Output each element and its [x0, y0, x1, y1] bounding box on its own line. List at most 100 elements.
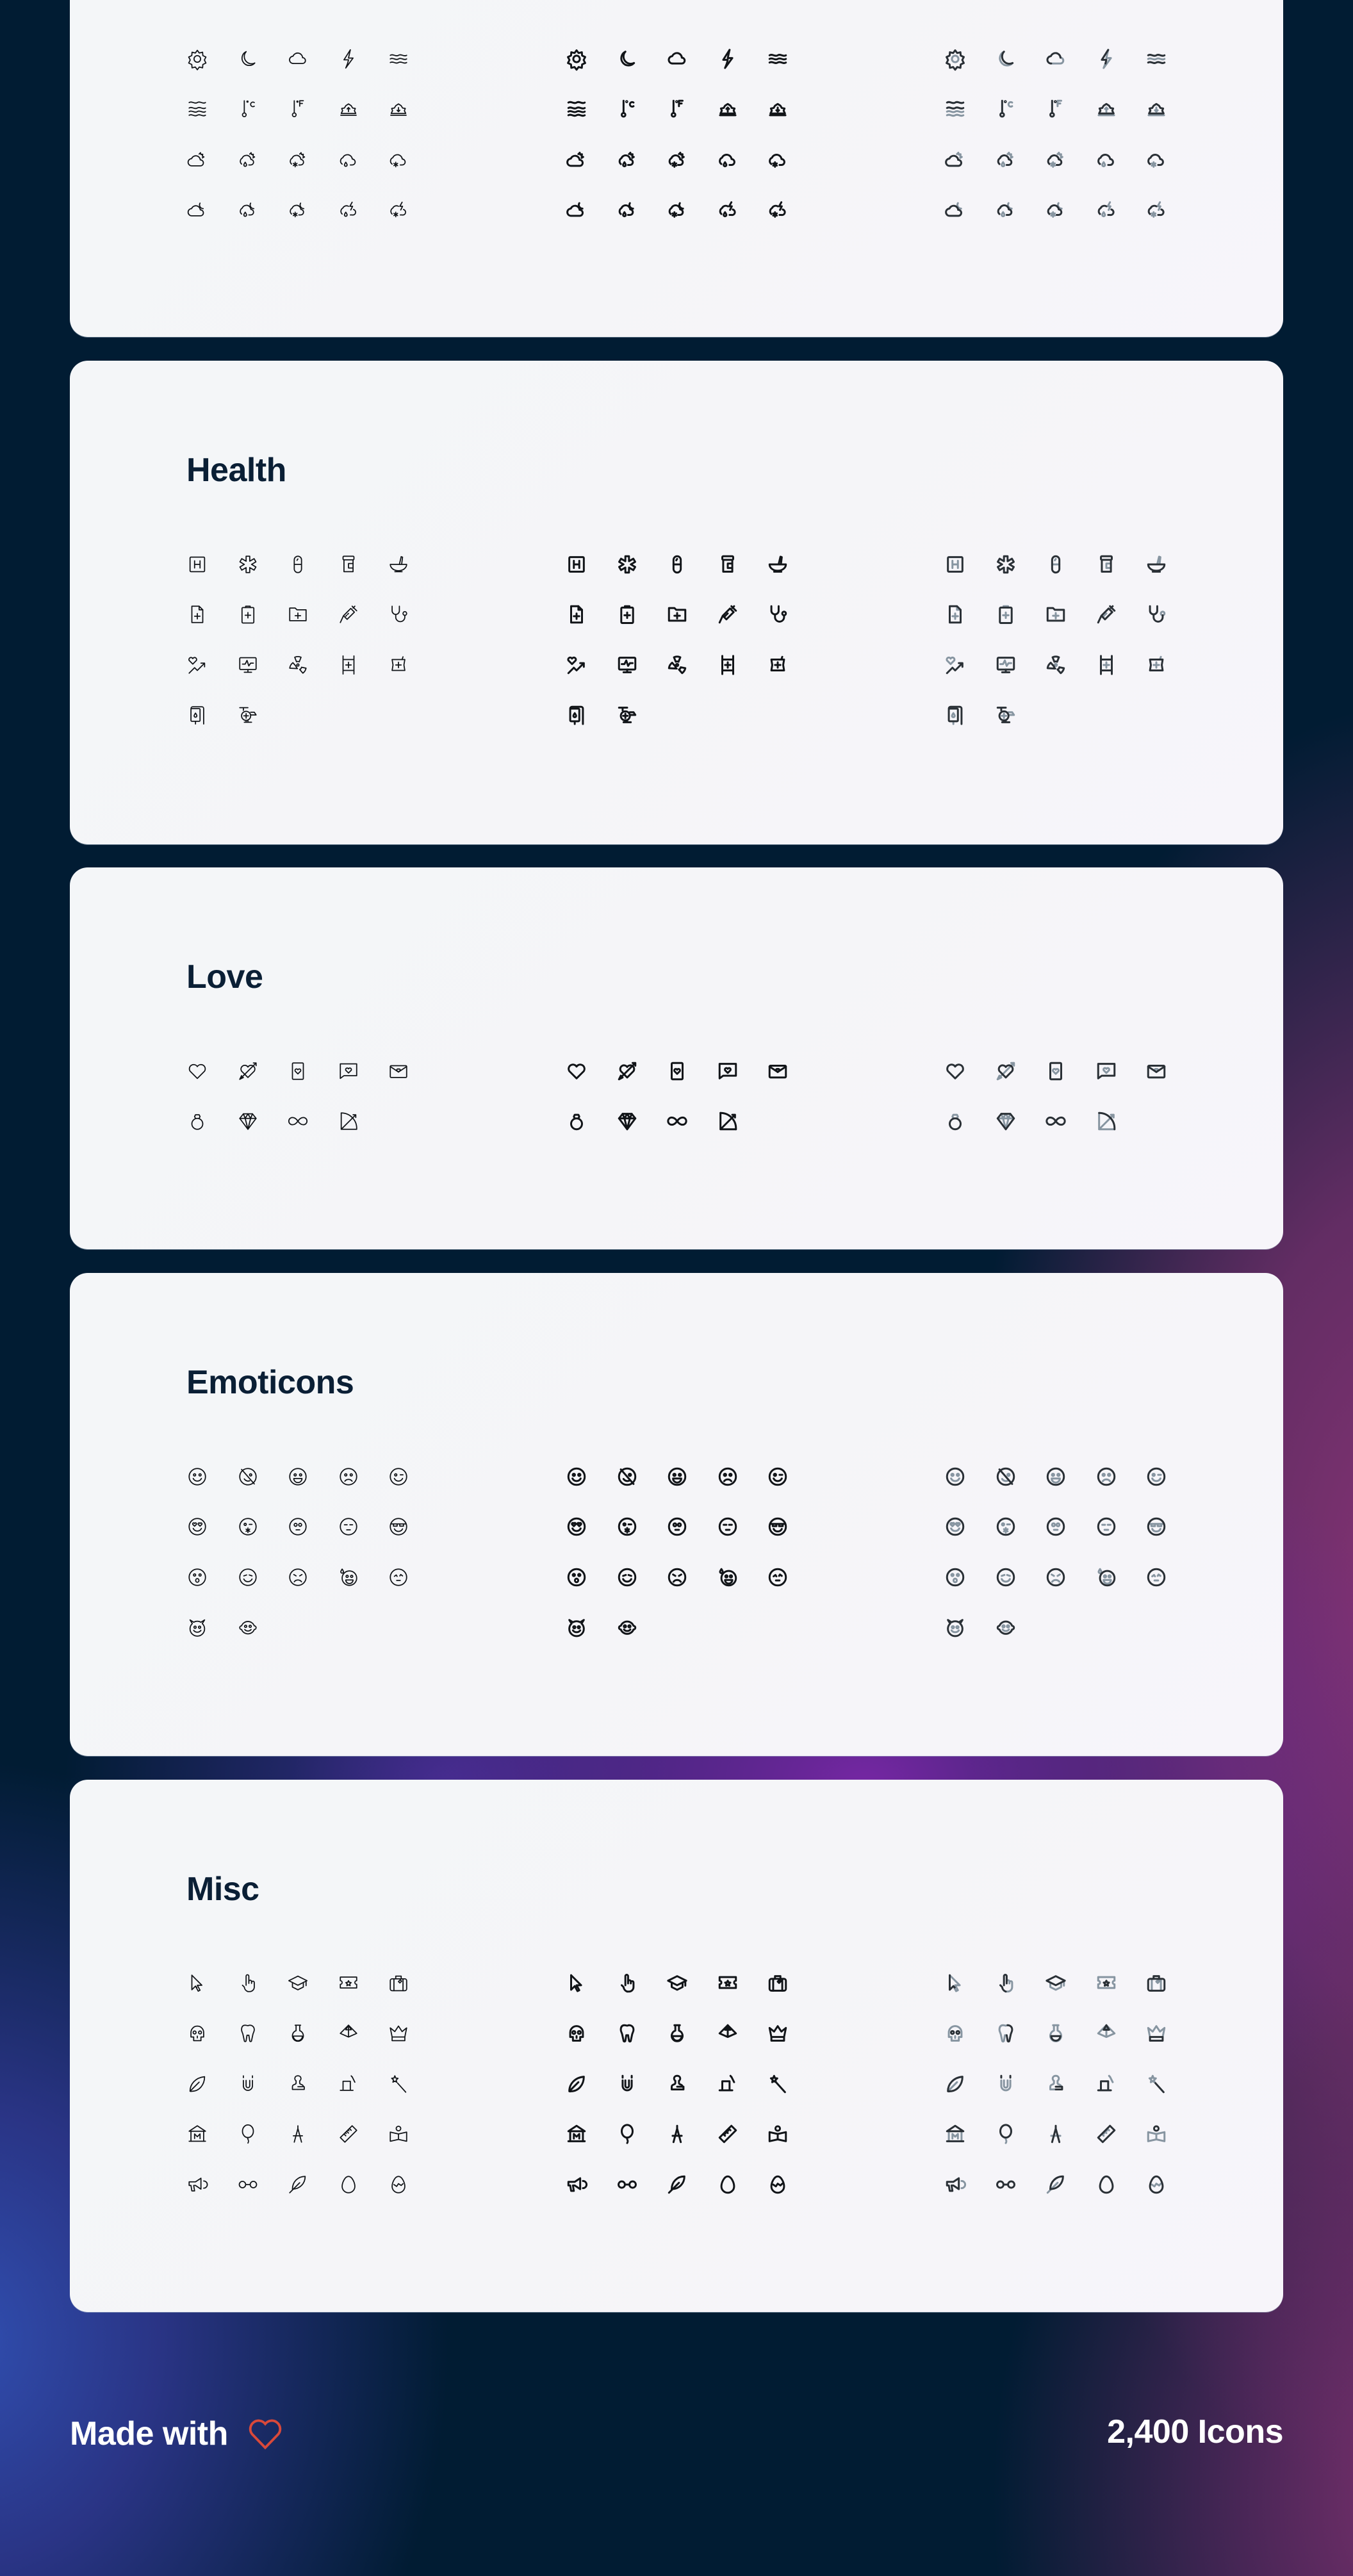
thermometer-fahrenheit-icon[interactable] [666, 98, 688, 120]
pyramid-icon[interactable] [717, 2022, 739, 2044]
cloud-lightning-rain-icon[interactable] [717, 199, 739, 220]
cloud-moon-icon[interactable] [944, 199, 966, 220]
shocked-blank-icon[interactable] [287, 1516, 309, 1538]
blood-bag-icon[interactable] [566, 704, 587, 726]
cloud-lightning-rain-icon[interactable] [338, 199, 359, 220]
magnet-icon[interactable] [995, 2073, 1017, 2095]
wind-icon[interactable] [388, 48, 409, 70]
stretcher-icon[interactable] [717, 654, 739, 676]
waves-icon[interactable] [944, 98, 966, 120]
syringe-icon[interactable] [1095, 603, 1117, 625]
feather-icon[interactable] [287, 2174, 309, 2195]
wind-icon[interactable] [1145, 48, 1167, 70]
cursor-arrow-icon[interactable] [566, 1973, 587, 1994]
megaphone-icon[interactable] [566, 2174, 587, 2195]
medical-file-icon[interactable] [186, 603, 208, 625]
cloud-moon-icon[interactable] [566, 199, 587, 220]
moon-icon[interactable] [616, 48, 638, 70]
infinity-icon[interactable] [287, 1110, 309, 1132]
angry-icon[interactable] [1045, 1566, 1067, 1588]
infinity-icon[interactable] [666, 1110, 688, 1132]
pill-capsule-icon[interactable] [666, 554, 688, 575]
feather-icon[interactable] [666, 2174, 688, 2195]
museum-icon[interactable] [186, 2123, 208, 2145]
diamond-icon[interactable] [616, 1110, 638, 1132]
sad-icon[interactable] [338, 1466, 359, 1488]
love-message-icon[interactable] [717, 1060, 739, 1082]
smile-off-icon[interactable] [995, 1466, 1017, 1488]
kiss-icon[interactable] [237, 1516, 259, 1538]
cloud-sun-snow-icon[interactable] [666, 149, 688, 170]
medicine-pouch-icon[interactable] [767, 654, 789, 676]
heart-monitor-icon[interactable] [616, 654, 638, 676]
magic-hat-icon[interactable] [338, 2073, 359, 2095]
surprised-icon[interactable] [186, 1566, 208, 1588]
cloud-snow-icon[interactable] [388, 149, 409, 170]
stretcher-icon[interactable] [338, 654, 359, 676]
heart-icon[interactable] [186, 1060, 208, 1082]
sun-icon[interactable] [186, 48, 208, 70]
cloud-icon[interactable] [287, 48, 309, 70]
magic-hat-icon[interactable] [1095, 2073, 1117, 2095]
angry-icon[interactable] [666, 1566, 688, 1588]
content-icon[interactable] [237, 1566, 259, 1588]
sunrise-icon[interactable] [1095, 98, 1117, 120]
pyramid-icon[interactable] [338, 2022, 359, 2044]
stretcher-icon[interactable] [1095, 654, 1117, 676]
grin-icon[interactable] [1045, 1466, 1067, 1488]
smile-icon[interactable] [944, 1466, 966, 1488]
devil-icon[interactable] [566, 1616, 587, 1638]
flask-icon[interactable] [287, 2022, 309, 2044]
compass-drawing-icon[interactable] [1045, 2123, 1067, 2145]
sunrise-icon[interactable] [717, 98, 739, 120]
sunset-icon[interactable] [388, 98, 409, 120]
cloud-sun-rain-icon[interactable] [616, 149, 638, 170]
expressionless-icon[interactable] [717, 1516, 739, 1538]
egg-icon[interactable] [338, 2174, 359, 2195]
heart-arrow-icon[interactable] [237, 1060, 259, 1082]
mortar-pestle-icon[interactable] [388, 554, 409, 575]
pill-capsule-icon[interactable] [287, 554, 309, 575]
museum-icon[interactable] [944, 2123, 966, 2145]
thermometer-celsius-icon[interactable] [995, 98, 1017, 120]
ring-icon[interactable] [944, 1110, 966, 1132]
sad-icon[interactable] [1095, 1466, 1117, 1488]
wind-icon[interactable] [767, 48, 789, 70]
tooth-icon[interactable] [237, 2022, 259, 2044]
heart-monitor-icon[interactable] [237, 654, 259, 676]
medical-star-icon[interactable] [616, 554, 638, 575]
medical-star-icon[interactable] [995, 554, 1017, 575]
cloud-moon-snow-icon[interactable] [1045, 199, 1067, 220]
stethoscope-icon[interactable] [767, 603, 789, 625]
heart-arrow-icon[interactable] [616, 1060, 638, 1082]
cloud-sun-icon[interactable] [944, 149, 966, 170]
cursor-arrow-icon[interactable] [186, 1973, 208, 1994]
heart-monitor-icon[interactable] [995, 654, 1017, 676]
syringe-icon[interactable] [338, 603, 359, 625]
cloud-lightning-snow-icon[interactable] [388, 199, 409, 220]
stamp-icon[interactable] [666, 2073, 688, 2095]
medical-folder-icon[interactable] [287, 603, 309, 625]
ring-icon[interactable] [566, 1110, 587, 1132]
heart-rate-up-icon[interactable] [944, 654, 966, 676]
luggage-icon[interactable] [767, 1973, 789, 1994]
lightning-icon[interactable] [1095, 48, 1117, 70]
skull-icon[interactable] [566, 2022, 587, 2044]
expressionless-icon[interactable] [338, 1516, 359, 1538]
magic-wand-icon[interactable] [767, 2073, 789, 2095]
ticket-icon[interactable] [338, 1973, 359, 1994]
reader-book-icon[interactable] [767, 2123, 789, 2145]
medical-clipboard-icon[interactable] [995, 603, 1017, 625]
cloud-moon-snow-icon[interactable] [287, 199, 309, 220]
luggage-icon[interactable] [388, 1973, 409, 1994]
medical-helicopter-icon[interactable] [995, 704, 1017, 726]
love-letter-icon[interactable] [767, 1060, 789, 1082]
blood-bag-icon[interactable] [944, 704, 966, 726]
stamp-icon[interactable] [287, 2073, 309, 2095]
cloud-sun-icon[interactable] [186, 149, 208, 170]
smile-icon[interactable] [566, 1466, 587, 1488]
egg-cracked-icon[interactable] [1145, 2174, 1167, 2195]
diamond-icon[interactable] [995, 1110, 1017, 1132]
cloud-sun-snow-icon[interactable] [287, 149, 309, 170]
medical-folder-icon[interactable] [666, 603, 688, 625]
